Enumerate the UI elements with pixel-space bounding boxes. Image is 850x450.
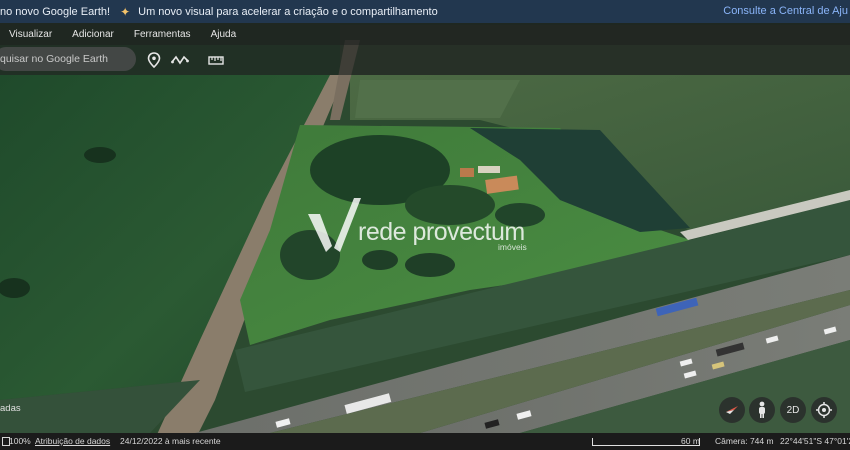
watermark-logo: rede provectum imóveis bbox=[306, 196, 546, 256]
watermark-brand-part1: rede bbox=[358, 218, 407, 246]
coordinates: 22°44'51"S 47°01'2 bbox=[780, 436, 850, 446]
banner-text-left: no novo Google Earth! bbox=[0, 5, 111, 18]
party-popper-icon: ✦ bbox=[120, 4, 131, 19]
scale-bar bbox=[592, 438, 700, 446]
banner-text-main: Um novo visual para acelerar a criação e… bbox=[138, 5, 438, 18]
toolbar: quisar no Google Earth bbox=[0, 45, 850, 75]
ruler-icon[interactable] bbox=[207, 51, 225, 69]
path-icon[interactable] bbox=[171, 51, 189, 69]
zoom-level: 100% bbox=[9, 436, 31, 446]
help-center-link[interactable]: Consulte a Central de Aju bbox=[723, 0, 850, 23]
data-attribution-link[interactable]: Atribuição de dados bbox=[35, 433, 110, 450]
street-view-button[interactable] bbox=[749, 397, 775, 423]
menu-item-help[interactable]: Ajuda bbox=[211, 29, 237, 40]
location-target-icon bbox=[816, 402, 832, 418]
watermark-subtitle: imóveis bbox=[498, 242, 527, 252]
my-location-button[interactable] bbox=[811, 397, 837, 423]
layer-label: adas bbox=[0, 403, 21, 414]
placemark-icon[interactable] bbox=[145, 51, 163, 69]
view-mode-toggle[interactable]: 2D bbox=[780, 397, 806, 423]
status-bar: 100% Atribuição de dados 24/12/2022 à ma… bbox=[0, 433, 850, 450]
compass-button[interactable] bbox=[719, 397, 745, 423]
camera-altitude: Câmera: 744 m bbox=[715, 436, 774, 446]
menu-bar: Visualizar Adicionar Ferramentas Ajuda bbox=[0, 23, 850, 45]
menu-item-tools[interactable]: Ferramentas bbox=[134, 29, 191, 40]
imagery-date: 24/12/2022 à mais recente bbox=[120, 436, 221, 446]
compass-icon bbox=[726, 406, 738, 414]
watermark-v-icon bbox=[308, 198, 361, 252]
search-input[interactable]: quisar no Google Earth bbox=[0, 47, 136, 71]
menu-item-add[interactable]: Adicionar bbox=[72, 29, 114, 40]
announcement-banner: no novo Google Earth! ✦ Um novo visual p… bbox=[0, 0, 850, 23]
pegman-icon bbox=[759, 401, 765, 418]
menu-item-view[interactable]: Visualizar bbox=[9, 29, 52, 40]
